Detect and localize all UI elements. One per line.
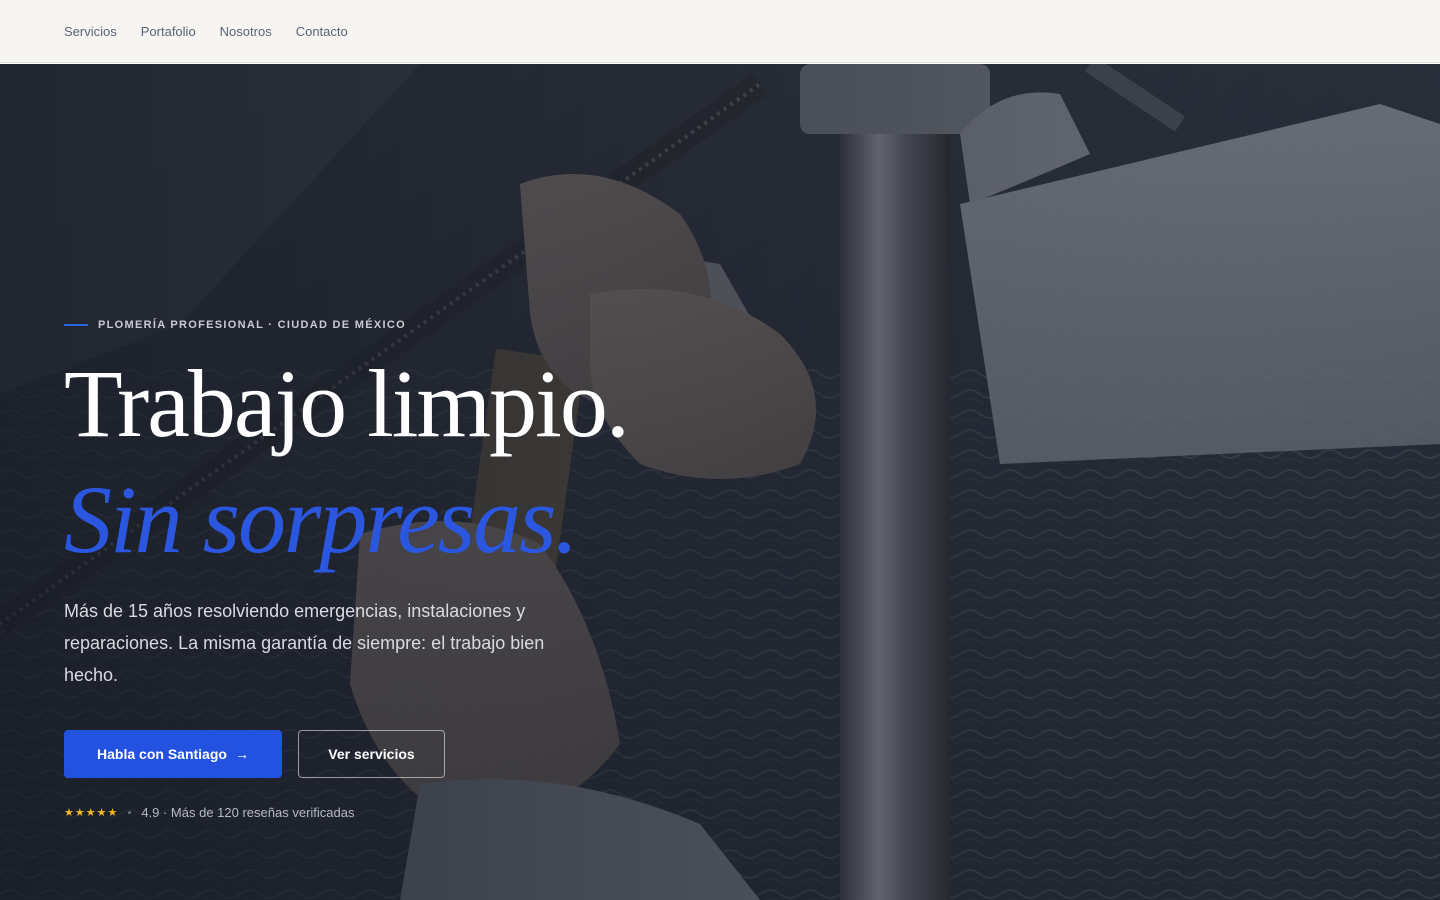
hero-eyebrow: PLOMERÍA PROFESIONAL · CIUDAD DE MÉXICO bbox=[64, 319, 406, 331]
nav-link-portafolio[interactable]: Portafolio bbox=[141, 24, 196, 39]
view-services-button[interactable]: Ver servicios bbox=[298, 730, 445, 778]
nav-link-servicios[interactable]: Servicios bbox=[64, 24, 117, 39]
eyebrow-accent-rule bbox=[64, 324, 88, 326]
hero-content: PLOMERÍA PROFESIONAL · CIUDAD DE MÉXICO … bbox=[64, 64, 764, 900]
star-rating-icon: ★★★★★ bbox=[64, 807, 119, 819]
eyebrow-text: PLOMERÍA PROFESIONAL · CIUDAD DE MÉXICO bbox=[98, 319, 406, 331]
rating-text: 4.9 · Más de 120 reseñas verificadas bbox=[141, 805, 355, 820]
hero-description: Más de 15 años resolviendo emergencias, … bbox=[64, 601, 545, 685]
cta-row: Habla con Santiago → Ver servicios bbox=[64, 730, 445, 778]
headline-line-1: Trabajo limpio. bbox=[64, 350, 630, 457]
top-navigation: Servicios Portafolio Nosotros Contacto bbox=[0, 0, 1440, 63]
rating-summary: ★★★★★ 4.9 · Más de 120 reseñas verificad… bbox=[64, 805, 354, 820]
separator-dot bbox=[128, 811, 132, 814]
contact-santiago-button[interactable]: Habla con Santiago → bbox=[64, 730, 282, 778]
hero-section: PLOMERÍA PROFESIONAL · CIUDAD DE MÉXICO … bbox=[0, 64, 1440, 900]
arrow-right-icon: → bbox=[234, 746, 249, 762]
nav-link-contacto[interactable]: Contacto bbox=[296, 24, 348, 39]
contact-santiago-label: Habla con Santiago bbox=[97, 746, 227, 762]
nav-link-nosotros[interactable]: Nosotros bbox=[220, 24, 272, 39]
headline-line-2: Sin sorpresas. bbox=[64, 466, 579, 573]
